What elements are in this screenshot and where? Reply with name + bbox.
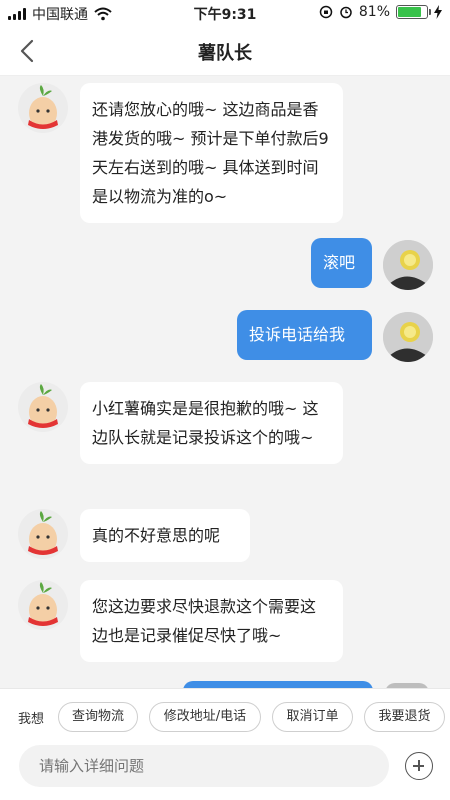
message-bubble-outgoing: 滚吧 <box>311 238 372 288</box>
bot-avatar <box>18 509 68 559</box>
battery-icon <box>396 5 431 19</box>
chip-return-item[interactable]: 我要退货 <box>364 702 445 732</box>
bot-avatar <box>18 382 68 432</box>
message-bubble-incoming: 您这边要求尽快退款这个需要这边也是记录催促尽快了哦~ <box>80 580 343 662</box>
message-row: 滚吧 <box>311 238 372 288</box>
message-row: 投诉电话给我 <box>237 310 372 360</box>
message-bubble-outgoing: 投诉电话给我 <box>237 310 372 360</box>
add-attachment-button[interactable] <box>405 752 433 780</box>
user-avatar <box>383 312 433 362</box>
status-bar: 中国联通 下午9:31 81% <box>0 0 450 26</box>
quick-actions-label: 我想 <box>18 712 45 727</box>
message-bubble-incoming: 还请您放心的哦~ 这边商品是香港发货的哦~ 预计是下单付款后9天左右送到的哦~ … <box>80 83 343 223</box>
nav-bar: 薯队长 <box>0 26 450 76</box>
user-avatar <box>383 240 433 290</box>
message-row: 还请您放心的哦~ 这边商品是香港发货的哦~ 预计是下单付款后9天左右送到的哦~ … <box>18 83 343 223</box>
input-bar <box>0 743 450 800</box>
page-title: 薯队长 <box>198 43 252 64</box>
message-row: 小红薯确实是是很抱歉的哦~ 这边队长就是记录投诉这个的哦~ <box>18 382 343 464</box>
message-bubble-incoming: 真的不好意思的呢 <box>80 509 250 562</box>
alarm-icon <box>340 6 352 19</box>
battery-percent: 81% <box>358 4 390 20</box>
bot-avatar <box>18 580 68 630</box>
message-bubble-outgoing-partial <box>183 681 373 688</box>
bot-avatar <box>18 83 68 133</box>
chip-edit-address[interactable]: 修改地址/电话 <box>149 702 261 732</box>
chip-track-logistics[interactable]: 查询物流 <box>58 702 138 732</box>
charging-icon <box>434 5 442 19</box>
chat-area[interactable]: 还请您放心的哦~ 这边商品是香港发货的哦~ 预计是下单付款后9天左右送到的哦~ … <box>0 77 450 688</box>
message-row: 您这边要求尽快退款这个需要这边也是记录催促尽快了哦~ <box>18 580 343 662</box>
status-right: 81% <box>319 4 442 20</box>
message-row: 真的不好意思的呢 <box>18 509 250 562</box>
message-bubble-incoming: 小红薯确实是是很抱歉的哦~ 这边队长就是记录投诉这个的哦~ <box>80 382 343 464</box>
chip-cancel-order[interactable]: 取消订单 <box>272 702 353 732</box>
orientation-lock-icon <box>319 5 333 19</box>
message-input[interactable] <box>19 745 389 787</box>
quick-actions-bar: 我想 查询物流 修改地址/电话 取消订单 我要退货 <box>0 688 450 743</box>
